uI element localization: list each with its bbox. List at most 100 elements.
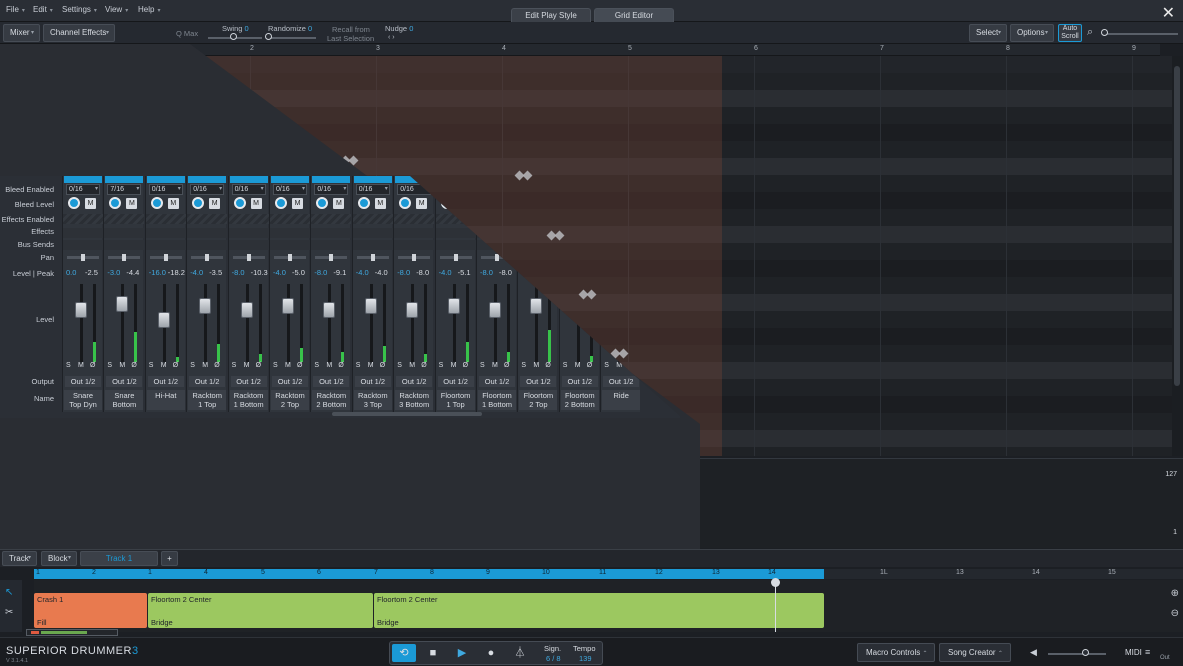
level-value[interactable]: -16.0 — [149, 268, 166, 277]
bleed-level-knob[interactable] — [399, 197, 412, 209]
bleed-mute-button[interactable]: M — [374, 198, 386, 209]
effects-enabled-slot[interactable] — [63, 214, 103, 224]
phase-button[interactable]: Ø — [380, 362, 385, 369]
track-tab[interactable]: Track 1 — [80, 551, 158, 566]
bleed-select[interactable]: 0/16▾ — [355, 184, 390, 195]
bleed-mute-button[interactable]: M — [126, 198, 138, 209]
effects-enabled-slot[interactable] — [104, 214, 145, 224]
mixer-scrollbar[interactable] — [332, 412, 482, 416]
solo-button[interactable]: S — [439, 362, 444, 369]
level-fader[interactable] — [447, 298, 460, 314]
output-select[interactable]: Out 1/2 — [603, 376, 640, 387]
pan-knob[interactable] — [122, 254, 127, 261]
menu-view[interactable]: View ▾ — [105, 5, 128, 14]
mute-button[interactable]: M — [78, 362, 84, 369]
autoscroll-button[interactable]: Auto Scroll — [1058, 24, 1082, 42]
pan-slider[interactable] — [439, 254, 472, 261]
pan-knob[interactable] — [453, 254, 458, 261]
pan-knob[interactable] — [412, 254, 417, 261]
solo-button[interactable]: S — [604, 362, 609, 369]
mute-button[interactable]: M — [492, 362, 498, 369]
output-select[interactable]: Out 1/2 — [479, 376, 515, 387]
phase-button[interactable]: Ø — [421, 362, 426, 369]
bus-sends-slot[interactable] — [145, 240, 186, 250]
effects-slot[interactable] — [63, 228, 103, 238]
solo-button[interactable]: S — [521, 362, 526, 369]
level-fader-track[interactable] — [328, 284, 332, 362]
phase-button[interactable]: Ø — [173, 362, 178, 369]
bleed-select[interactable]: 0/16▾ — [231, 184, 266, 195]
level-fader-track[interactable] — [452, 284, 456, 362]
level-fader[interactable] — [406, 302, 419, 318]
grid-scrollbar[interactable] — [1172, 56, 1183, 456]
effects-enabled-slot[interactable] — [228, 214, 269, 224]
level-fader[interactable] — [240, 302, 253, 318]
channel-name[interactable]: Floortom 2 Bottom — [560, 390, 599, 410]
channel-name[interactable]: Racktom 3 Top — [353, 390, 392, 410]
phase-button[interactable]: Ø — [587, 362, 592, 369]
level-fader-track[interactable] — [411, 284, 415, 362]
menu-help[interactable]: Help ▾ — [138, 5, 160, 14]
tab-edit-play-style[interactable]: Edit Play Style — [511, 8, 591, 23]
effects-slot[interactable] — [435, 228, 476, 238]
pan-slider[interactable] — [149, 254, 182, 261]
bleed-mute-button[interactable]: M — [85, 198, 96, 209]
channel-name[interactable]: Racktom 2 Bottom — [312, 390, 351, 410]
signature-value[interactable]: 6 / 8 — [546, 654, 561, 663]
bleed-level-knob[interactable] — [192, 197, 205, 209]
level-fader[interactable] — [323, 302, 336, 318]
effects-enabled-slot[interactable] — [270, 214, 310, 224]
zoom-icon[interactable]: ⌕ — [1087, 26, 1093, 39]
solo-button[interactable]: S — [190, 362, 195, 369]
nudge-arrows-icon[interactable]: ‹ › — [388, 34, 395, 41]
recall-button-line1[interactable]: Recall from — [332, 25, 370, 34]
block-dropdown[interactable]: Block ▾ — [41, 551, 77, 566]
channel-name[interactable]: Floortom 1 Top — [436, 390, 475, 410]
select-dropdown[interactable]: Select ▾ — [969, 24, 1007, 42]
mixer-dropdown[interactable]: Mixer ▾ — [3, 24, 40, 42]
solo-button[interactable]: S — [563, 362, 568, 369]
bus-sends-slot[interactable] — [63, 240, 103, 250]
output-select[interactable]: Out 1/2 — [520, 376, 557, 387]
mute-button[interactable]: M — [326, 362, 332, 369]
close-icon[interactable]: ✕ — [1162, 3, 1175, 23]
phase-button[interactable]: Ø — [545, 362, 550, 369]
level-fader[interactable] — [199, 298, 212, 314]
level-fader-track[interactable] — [369, 284, 373, 362]
solo-button[interactable]: S — [356, 362, 361, 369]
channel-effects-dropdown[interactable]: Channel Effects ▾ — [43, 24, 115, 42]
mute-button[interactable]: M — [533, 362, 539, 369]
effects-slot[interactable] — [311, 228, 352, 238]
mute-button[interactable]: M — [575, 362, 581, 369]
level-fader-track[interactable] — [80, 284, 83, 362]
mute-button[interactable]: M — [119, 362, 125, 369]
mute-button[interactable]: M — [451, 362, 457, 369]
bleed-select[interactable]: 0/16▾ — [66, 184, 100, 195]
menu-settings[interactable]: Settings ▾ — [62, 5, 97, 14]
phase-button[interactable]: Ø — [297, 362, 302, 369]
song-creator-button[interactable]: Song Creator ⌃ — [939, 643, 1011, 662]
channel-name[interactable]: Racktom 1 Bottom — [229, 390, 268, 410]
tab-grid-editor[interactable]: Grid Editor — [594, 8, 674, 23]
level-value[interactable]: -8.0 — [314, 268, 327, 277]
channel-name[interactable]: Floortom 2 Top — [519, 390, 558, 410]
level-value[interactable]: -4.0 — [273, 268, 286, 277]
bus-sends-slot[interactable] — [352, 240, 393, 250]
bleed-mute-button[interactable]: M — [333, 198, 345, 209]
track-dropdown[interactable]: Track ▾ — [2, 551, 37, 566]
output-select[interactable]: Out 1/2 — [396, 376, 433, 387]
menu-icon[interactable]: ≡ — [1145, 647, 1150, 657]
bleed-select[interactable]: 0/16▾ — [148, 184, 183, 195]
effects-enabled-slot[interactable] — [394, 214, 435, 224]
effects-slot[interactable] — [352, 228, 393, 238]
tempo-value[interactable]: 139 — [579, 654, 592, 663]
mute-button[interactable]: M — [202, 362, 208, 369]
pan-slider[interactable] — [191, 254, 224, 261]
phase-button[interactable]: Ø — [338, 362, 343, 369]
solo-button[interactable]: S — [66, 362, 71, 369]
output-select[interactable]: Out 1/2 — [272, 376, 308, 387]
metronome-icon[interactable]: ⏃ — [508, 644, 532, 662]
bleed-level-knob[interactable] — [275, 197, 287, 209]
level-fader[interactable] — [530, 298, 543, 314]
output-select[interactable]: Out 1/2 — [106, 376, 143, 387]
